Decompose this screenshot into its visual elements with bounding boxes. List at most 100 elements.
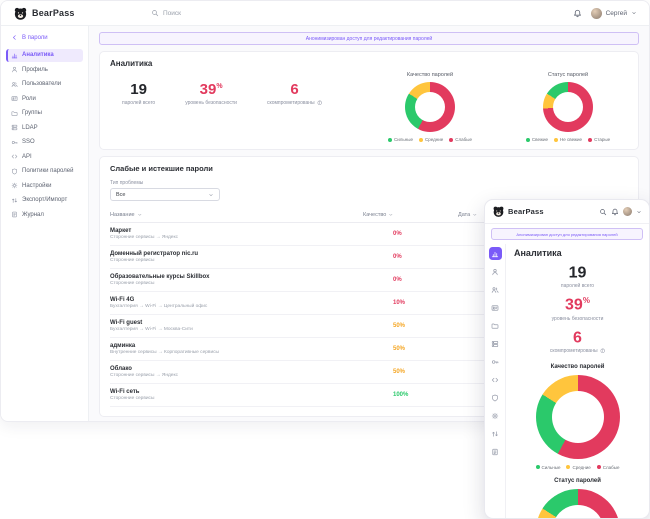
mobile-rail-journal[interactable] (489, 445, 502, 458)
sidebar-item-roles[interactable]: Роли (6, 92, 83, 106)
shield-icon (11, 168, 18, 175)
bearpass-logo-icon (13, 6, 28, 21)
folder-icon (11, 110, 18, 117)
quality-donut (405, 82, 455, 132)
sort-icon (137, 212, 143, 218)
id-badge-icon (11, 95, 18, 102)
legend-item: Старые (588, 137, 610, 142)
search-icon (151, 9, 159, 17)
quality-value: 10% (363, 300, 458, 306)
notice-banner: Анонимизирован доступ для редактирования… (491, 228, 643, 240)
server-icon (11, 124, 18, 131)
notice-banner: Анонимизирован доступ для редактирования… (99, 32, 639, 45)
chevron-down-icon (208, 192, 214, 198)
charts-row: Качество паролей Сильные Средние Слабые … (374, 72, 628, 142)
mobile-analytics: Аналитика 19 паролей всего 39% уровень б… (506, 244, 649, 518)
info-icon[interactable] (317, 100, 323, 106)
chevron-down-icon (631, 10, 637, 16)
stat-total-passwords: 19 паролей всего (122, 82, 155, 142)
code-icon (11, 153, 18, 160)
global-search[interactable] (151, 9, 421, 17)
app-name: BearPass (32, 8, 75, 18)
problem-type-select[interactable]: Все (110, 188, 220, 201)
chart-icon (491, 250, 499, 258)
sidebar-item-journal[interactable]: Журнал (6, 208, 83, 222)
app-name: BearPass (508, 207, 544, 216)
mobile-rail-api[interactable] (489, 373, 502, 386)
search-input[interactable] (163, 10, 383, 17)
sidebar-item-groups[interactable]: Группы (6, 107, 83, 121)
quality-value: 0% (363, 231, 458, 237)
quality-donut (536, 375, 620, 459)
sidebar-item-settings[interactable]: Настройки (6, 179, 83, 193)
stat-security-level: 39% уровень безопасности (552, 297, 604, 321)
quality-value: 50% (363, 323, 458, 329)
document-icon (11, 211, 18, 218)
bell-icon[interactable] (573, 9, 582, 18)
quality-value: 100% (363, 392, 458, 398)
sort-icon (472, 212, 478, 218)
status-donut (536, 489, 620, 518)
stat-compromised: 6 скомпрометированы (267, 82, 322, 142)
sidebar-back-to-passwords[interactable]: В пароли (6, 31, 83, 45)
code-icon (491, 376, 499, 384)
mobile-app-window: BearPass Анонимизирован доступ для редак… (484, 199, 650, 519)
mobile-rail-roles[interactable] (489, 301, 502, 314)
sidebar-item-users[interactable]: Пользователи (6, 78, 83, 92)
mobile-rail-password-policies[interactable] (489, 391, 502, 404)
mobile-rail-profile[interactable] (489, 265, 502, 278)
chevron-down-icon[interactable] (636, 209, 642, 215)
header-actions: Сергей (573, 8, 637, 19)
analytics-card: Аналитика 19 паролей всего 39% уровень б… (99, 51, 639, 150)
legend-item: Слабые (449, 137, 472, 142)
id-badge-icon (491, 304, 499, 312)
legend-item: Не свежие (554, 137, 582, 142)
column-quality[interactable]: Качество (363, 212, 458, 218)
gear-icon (491, 412, 499, 420)
user-icon (491, 268, 499, 276)
key-icon (491, 358, 499, 366)
user-menu[interactable]: Сергей (591, 8, 637, 19)
sidebar-item-api[interactable]: API (6, 150, 83, 164)
quality-value: 0% (363, 277, 458, 283)
quality-value: 0% (363, 254, 458, 260)
stat-compromised: 6 скомпрометированы (550, 330, 605, 354)
quality-legend: Сильные Средние Слабые (536, 465, 620, 470)
avatar[interactable] (623, 207, 632, 216)
mobile-rail-users[interactable] (489, 283, 502, 296)
bearpass-logo-icon (492, 205, 505, 218)
top-header: BearPass Сергей (1, 1, 649, 26)
key-icon (11, 139, 18, 146)
mobile-rail-sso[interactable] (489, 355, 502, 368)
mobile-icon-rail (485, 244, 506, 518)
legend-item: Средние (419, 137, 443, 142)
sidebar-item-ldap[interactable]: LDAP (6, 121, 83, 135)
sidebar-item-profile[interactable]: Профиль (6, 63, 83, 77)
sidebar: В пароли Аналитика Профиль Пользователи … (1, 26, 89, 422)
users-icon (11, 81, 18, 88)
sidebar-item-analytics[interactable]: Аналитика (6, 49, 83, 63)
sidebar-item-export-import[interactable]: Экспорт/Импорт (6, 194, 83, 208)
mobile-rail-ldap[interactable] (489, 337, 502, 350)
bell-icon[interactable] (611, 208, 619, 216)
info-icon[interactable] (600, 348, 606, 354)
avatar (591, 8, 602, 19)
search-icon[interactable] (599, 208, 607, 216)
mobile-rail-export-import[interactable] (489, 427, 502, 440)
mobile-header: BearPass (485, 200, 649, 224)
sidebar-item-password-policies[interactable]: Политики паролей (6, 165, 83, 179)
legend-item: Сильные (388, 137, 413, 142)
sidebar-item-sso[interactable]: SSO (6, 136, 83, 150)
password-quality-title: Качество паролей (551, 364, 605, 370)
mobile-rail-settings[interactable] (489, 409, 502, 422)
weak-passwords-title: Слабые и истекшие пароли (110, 164, 628, 173)
quality-value: 50% (363, 346, 458, 352)
user-icon (11, 66, 18, 73)
gear-icon (11, 182, 18, 189)
legend-item: Сильные (536, 465, 561, 470)
mobile-rail-groups[interactable] (489, 319, 502, 332)
mobile-rail-analytics[interactable] (489, 247, 502, 260)
user-name: Сергей (606, 10, 627, 17)
column-name[interactable]: Название (110, 212, 363, 218)
arrows-swap-icon (11, 197, 18, 204)
